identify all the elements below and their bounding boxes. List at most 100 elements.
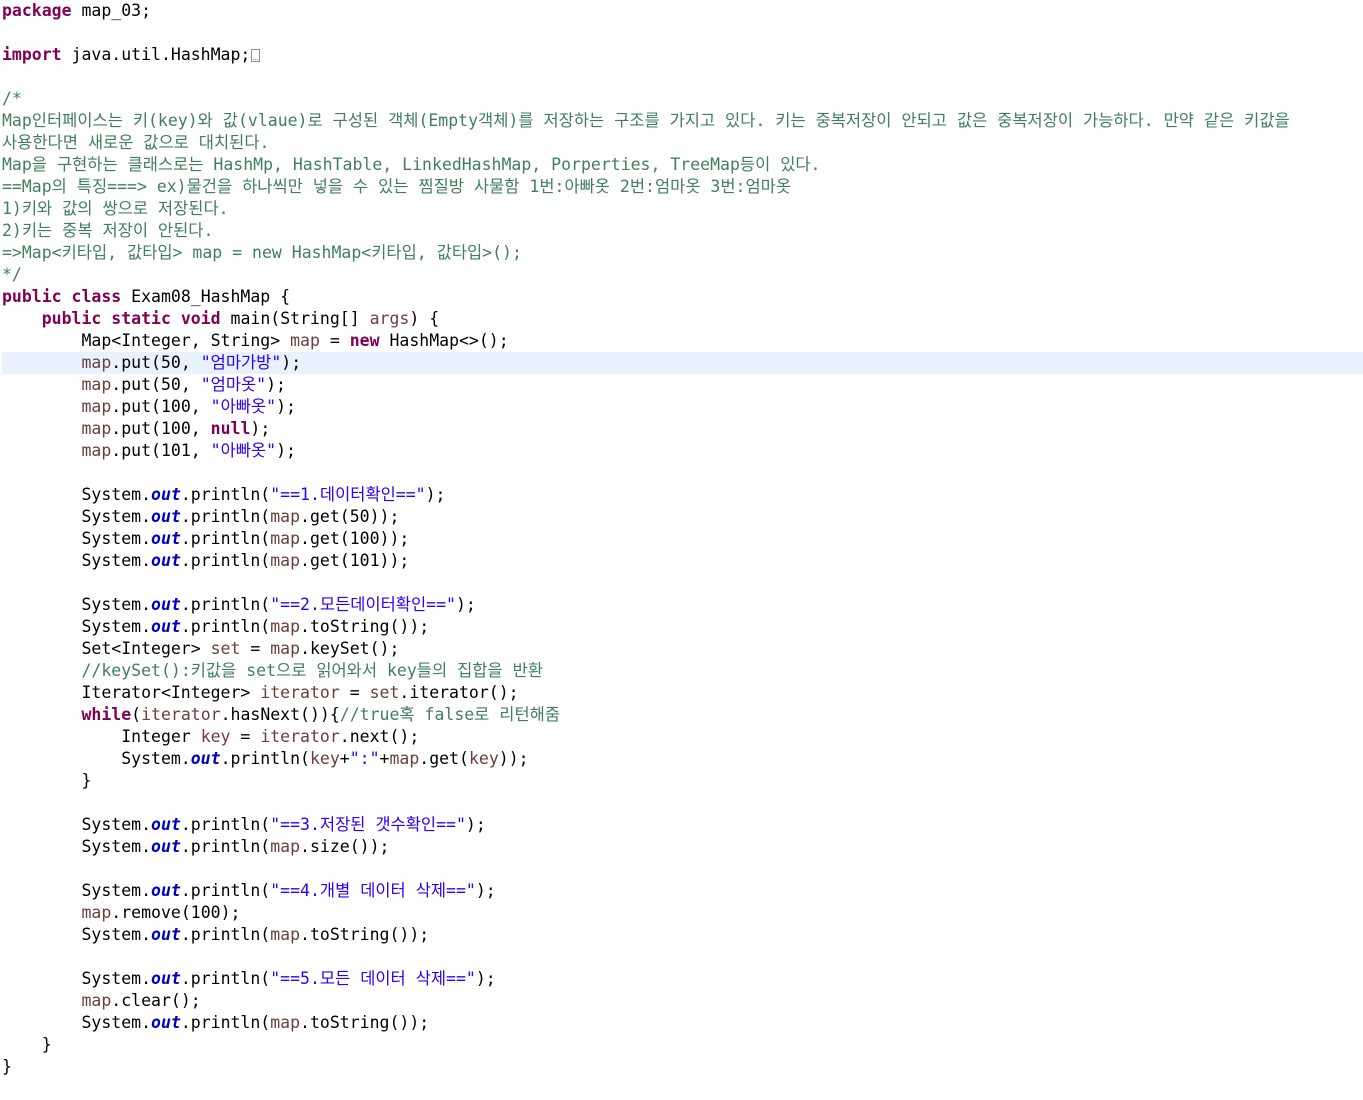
- code-line[interactable]: System.out.println(map.get(100));: [2, 528, 1363, 550]
- code-line[interactable]: [2, 858, 1363, 880]
- code-line[interactable]: [2, 462, 1363, 484]
- code-text: );: [276, 397, 296, 416]
- code-line[interactable]: map.put(101, "아빠옷");: [2, 440, 1363, 462]
- code-line[interactable]: Map<Integer, String> map = new HashMap<>…: [2, 330, 1363, 352]
- code-line[interactable]: public class Exam08_HashMap {: [2, 286, 1363, 308]
- variable-token: iterator: [260, 683, 340, 702]
- code-line[interactable]: map.clear();: [2, 990, 1363, 1012]
- code-line[interactable]: while(iterator.hasNext()){//true혹 false로…: [2, 704, 1363, 726]
- code-line[interactable]: package map_03;: [2, 0, 1363, 22]
- code-line[interactable]: }: [2, 1056, 1363, 1078]
- code-text: =: [319, 331, 350, 350]
- code-text: Exam08_HashMap {: [121, 287, 291, 306]
- code-line[interactable]: Set<Integer> set = map.keySet();: [2, 638, 1363, 660]
- code-text: .toString());: [300, 1013, 430, 1032]
- code-line[interactable]: System.out.println("==3.저장된 갯수확인==");: [2, 814, 1363, 836]
- code-line[interactable]: System.out.println("==1.데이터확인==");: [2, 484, 1363, 506]
- variable-token: key: [309, 749, 340, 768]
- code-line[interactable]: public static void main(String[] args) {: [2, 308, 1363, 330]
- variable-token: map: [270, 529, 301, 548]
- keyword-token: static: [111, 309, 171, 328]
- code-line[interactable]: [2, 22, 1363, 44]
- static-field-token: out: [151, 551, 181, 570]
- code-line[interactable]: }: [2, 770, 1363, 792]
- variable-token: map: [81, 353, 112, 372]
- code-editor[interactable]: package map_03;import java.util.HashMap;…: [0, 0, 1363, 1100]
- string-literal: "==5.모든 데이터 삭제==": [270, 969, 476, 988]
- code-line[interactable]: [2, 66, 1363, 88]
- code-text: .println(: [180, 551, 271, 570]
- code-line[interactable]: =>Map<키타입, 값타입> map = new HashMap<키타입, 값…: [2, 242, 1363, 264]
- code-text: .println(: [180, 837, 271, 856]
- string-literal: "==2.모든데이터확인==": [270, 595, 456, 614]
- code-text: HashMap<>();: [379, 331, 509, 350]
- code-text: .get(: [419, 749, 469, 768]
- code-line[interactable]: System.out.println(map.size());: [2, 836, 1363, 858]
- code-text: .get(101));: [300, 551, 410, 570]
- code-line[interactable]: }: [2, 1034, 1363, 1056]
- code-text: );: [266, 375, 286, 394]
- comment-text: Map을 구현하는 클래스로는 HashMp, HashTable, Linke…: [2, 155, 821, 174]
- code-line[interactable]: [2, 792, 1363, 814]
- code-line[interactable]: 2)키는 중복 저장이 안된다.: [2, 220, 1363, 242]
- code-line[interactable]: import java.util.HashMap;: [2, 44, 1363, 66]
- code-line[interactable]: System.out.println(map.get(101));: [2, 550, 1363, 572]
- variable-token: map: [270, 507, 301, 526]
- code-text: System.: [2, 595, 152, 614]
- code-line[interactable]: map.put(50, "엄마옷");: [2, 374, 1363, 396]
- keyword-token: class: [71, 287, 122, 306]
- keyword-token: package: [2, 1, 72, 20]
- variable-token: iterator: [260, 727, 340, 746]
- code-line[interactable]: Iterator<Integer> iterator = set.iterato…: [2, 682, 1363, 704]
- static-field-token: out: [151, 485, 181, 504]
- keyword-token: null: [210, 419, 251, 438]
- code-line[interactable]: System.out.println(map.toString());: [2, 1012, 1363, 1034]
- code-line[interactable]: System.out.println(map.get(50));: [2, 506, 1363, 528]
- variable-token: map: [270, 639, 301, 658]
- code-text: .get(100));: [300, 529, 410, 548]
- variable-token: set: [210, 639, 241, 658]
- code-line[interactable]: System.out.println(map.toString());: [2, 616, 1363, 638]
- code-line[interactable]: [2, 946, 1363, 968]
- code-line[interactable]: System.out.println("==4.개별 데이터 삭제==");: [2, 880, 1363, 902]
- code-text: Map<Integer, String>: [2, 331, 291, 350]
- code-line[interactable]: 사용한다면 새로운 값으로 대치된다.: [2, 132, 1363, 154]
- variable-token: set: [369, 683, 400, 702]
- variable-token: iterator: [141, 705, 221, 724]
- code-text: java.util.HashMap;: [61, 45, 251, 64]
- code-line[interactable]: System.out.println(key+":"+map.get(key))…: [2, 748, 1363, 770]
- code-line[interactable]: System.out.println(map.toString());: [2, 924, 1363, 946]
- code-line[interactable]: */: [2, 264, 1363, 286]
- code-line[interactable]: System.out.println("==5.모든 데이터 삭제==");: [2, 968, 1363, 990]
- code-text: .get(50));: [300, 507, 400, 526]
- string-literal: "==4.개별 데이터 삭제==": [270, 881, 476, 900]
- variable-token: map: [270, 617, 301, 636]
- code-text: .println(: [180, 1013, 271, 1032]
- code-text: +: [339, 749, 350, 768]
- code-line[interactable]: //keySet():키값을 set으로 읽어와서 key들의 집합을 반환: [2, 660, 1363, 682]
- code-text: System.: [2, 969, 152, 988]
- code-line[interactable]: Map을 구현하는 클래스로는 HashMp, HashTable, Linke…: [2, 154, 1363, 176]
- code-line[interactable]: /*: [2, 88, 1363, 110]
- code-line[interactable]: map.put(100, "아빠옷");: [2, 396, 1363, 418]
- static-field-token: out: [151, 1013, 181, 1032]
- code-line[interactable]: 1)키와 값의 쌍으로 저장된다.: [2, 198, 1363, 220]
- code-line[interactable]: System.out.println("==2.모든데이터확인==");: [2, 594, 1363, 616]
- code-line[interactable]: map.put(100, null);: [2, 418, 1363, 440]
- variable-token: map: [81, 397, 112, 416]
- string-literal: "아빠옷": [210, 397, 277, 416]
- current-code-line[interactable]: map.put(50, "엄마가방");: [2, 352, 1363, 374]
- code-text: );: [455, 595, 476, 614]
- code-line[interactable]: ==Map의 특징===> ex)물건을 하나씩만 넣을 수 있는 찜질방 사물…: [2, 176, 1363, 198]
- string-literal: "아빠옷": [210, 441, 277, 460]
- code-text: }: [2, 1035, 52, 1054]
- code-line[interactable]: [2, 572, 1363, 594]
- code-line[interactable]: Map인터페이스는 키(key)와 값(vlaue)로 구성된 객체(Empty…: [2, 110, 1363, 132]
- code-line[interactable]: Integer key = iterator.next();: [2, 726, 1363, 748]
- code-line[interactable]: map.remove(100);: [2, 902, 1363, 924]
- folded-code-icon[interactable]: [251, 49, 261, 62]
- code-text: .println(: [220, 749, 310, 768]
- code-text: =: [230, 727, 261, 746]
